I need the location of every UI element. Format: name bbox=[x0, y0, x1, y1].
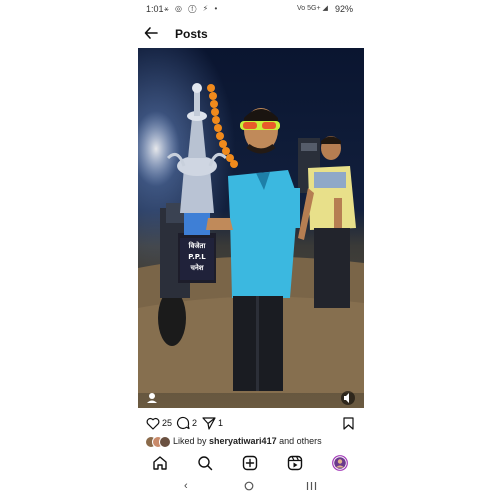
trophy-label-2: P.P.L bbox=[188, 253, 206, 261]
status-time: 1:01 bbox=[146, 4, 164, 14]
home-icon[interactable] bbox=[152, 455, 168, 471]
likes-count: 25 bbox=[162, 418, 173, 428]
bottom-nav bbox=[138, 452, 364, 474]
notification-icons: ⚹ ◎ ⓕ ⚡ • bbox=[164, 4, 220, 13]
posts-header: Posts bbox=[138, 22, 364, 48]
liked-by-suffix: and others bbox=[276, 436, 322, 446]
comment-icon[interactable] bbox=[176, 416, 190, 430]
liker-avatars bbox=[145, 435, 171, 448]
volume-icon[interactable] bbox=[341, 391, 355, 405]
comment-action[interactable]: 2 bbox=[176, 415, 197, 431]
send-icon[interactable] bbox=[202, 416, 216, 430]
reels-icon[interactable] bbox=[287, 455, 303, 471]
post-image[interactable]: विजेता P.P.L चनेश bbox=[138, 48, 364, 408]
like-action[interactable]: 25 bbox=[146, 415, 172, 431]
page-title: Posts bbox=[175, 27, 208, 41]
search-icon[interactable] bbox=[197, 455, 213, 471]
share-action[interactable]: 1 bbox=[202, 415, 223, 431]
comments-count: 2 bbox=[192, 418, 198, 428]
profile-avatar[interactable] bbox=[332, 455, 348, 471]
battery-level: 92% bbox=[335, 4, 354, 14]
arrow-left-icon[interactable] bbox=[144, 26, 158, 40]
liked-by-user[interactable]: sheryatiwari417 bbox=[209, 436, 277, 446]
system-back-icon[interactable]: ‹ bbox=[184, 480, 188, 492]
liked-by-prefix: Liked by bbox=[173, 436, 210, 446]
signal-icons: Vo 5G+ ◢ bbox=[297, 5, 328, 12]
plus-square-icon[interactable] bbox=[242, 455, 258, 471]
liked-by-row[interactable]: Liked by sheryatiwari417 and others bbox=[145, 435, 322, 448]
trophy-label-1: विजेता bbox=[188, 241, 207, 250]
system-home-icon[interactable] bbox=[244, 481, 254, 494]
status-bar: 1:01 ⚹ ◎ ⓕ ⚡ • Vo 5G+ ◢ 92% bbox=[0, 0, 500, 20]
bookmark-icon[interactable] bbox=[343, 417, 354, 430]
system-nav: ‹ bbox=[138, 478, 364, 496]
heart-icon[interactable] bbox=[146, 417, 160, 430]
trophy-label-3: चनेश bbox=[189, 263, 204, 272]
avatar bbox=[159, 435, 171, 448]
shares-count: 1 bbox=[218, 418, 224, 428]
post-actions: 25 2 1 bbox=[138, 415, 364, 433]
system-recents-icon[interactable] bbox=[306, 481, 317, 494]
